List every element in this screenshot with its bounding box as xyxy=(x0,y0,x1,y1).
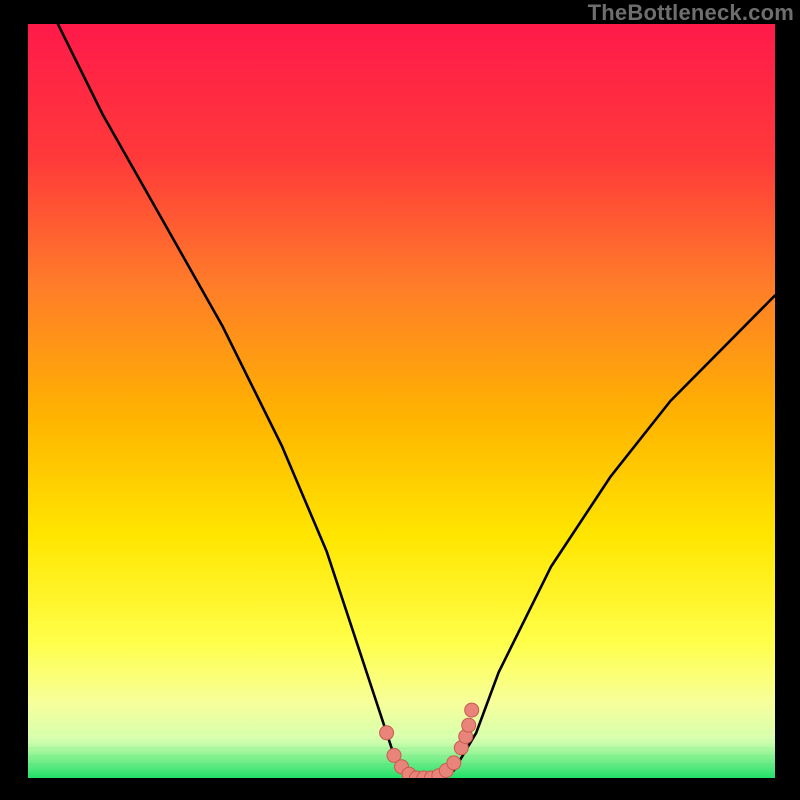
watermark-text: TheBottleneck.com xyxy=(588,0,794,26)
plot-area xyxy=(28,24,775,778)
chart-frame: TheBottleneck.com xyxy=(0,0,800,800)
heat-gradient-background xyxy=(28,24,775,778)
